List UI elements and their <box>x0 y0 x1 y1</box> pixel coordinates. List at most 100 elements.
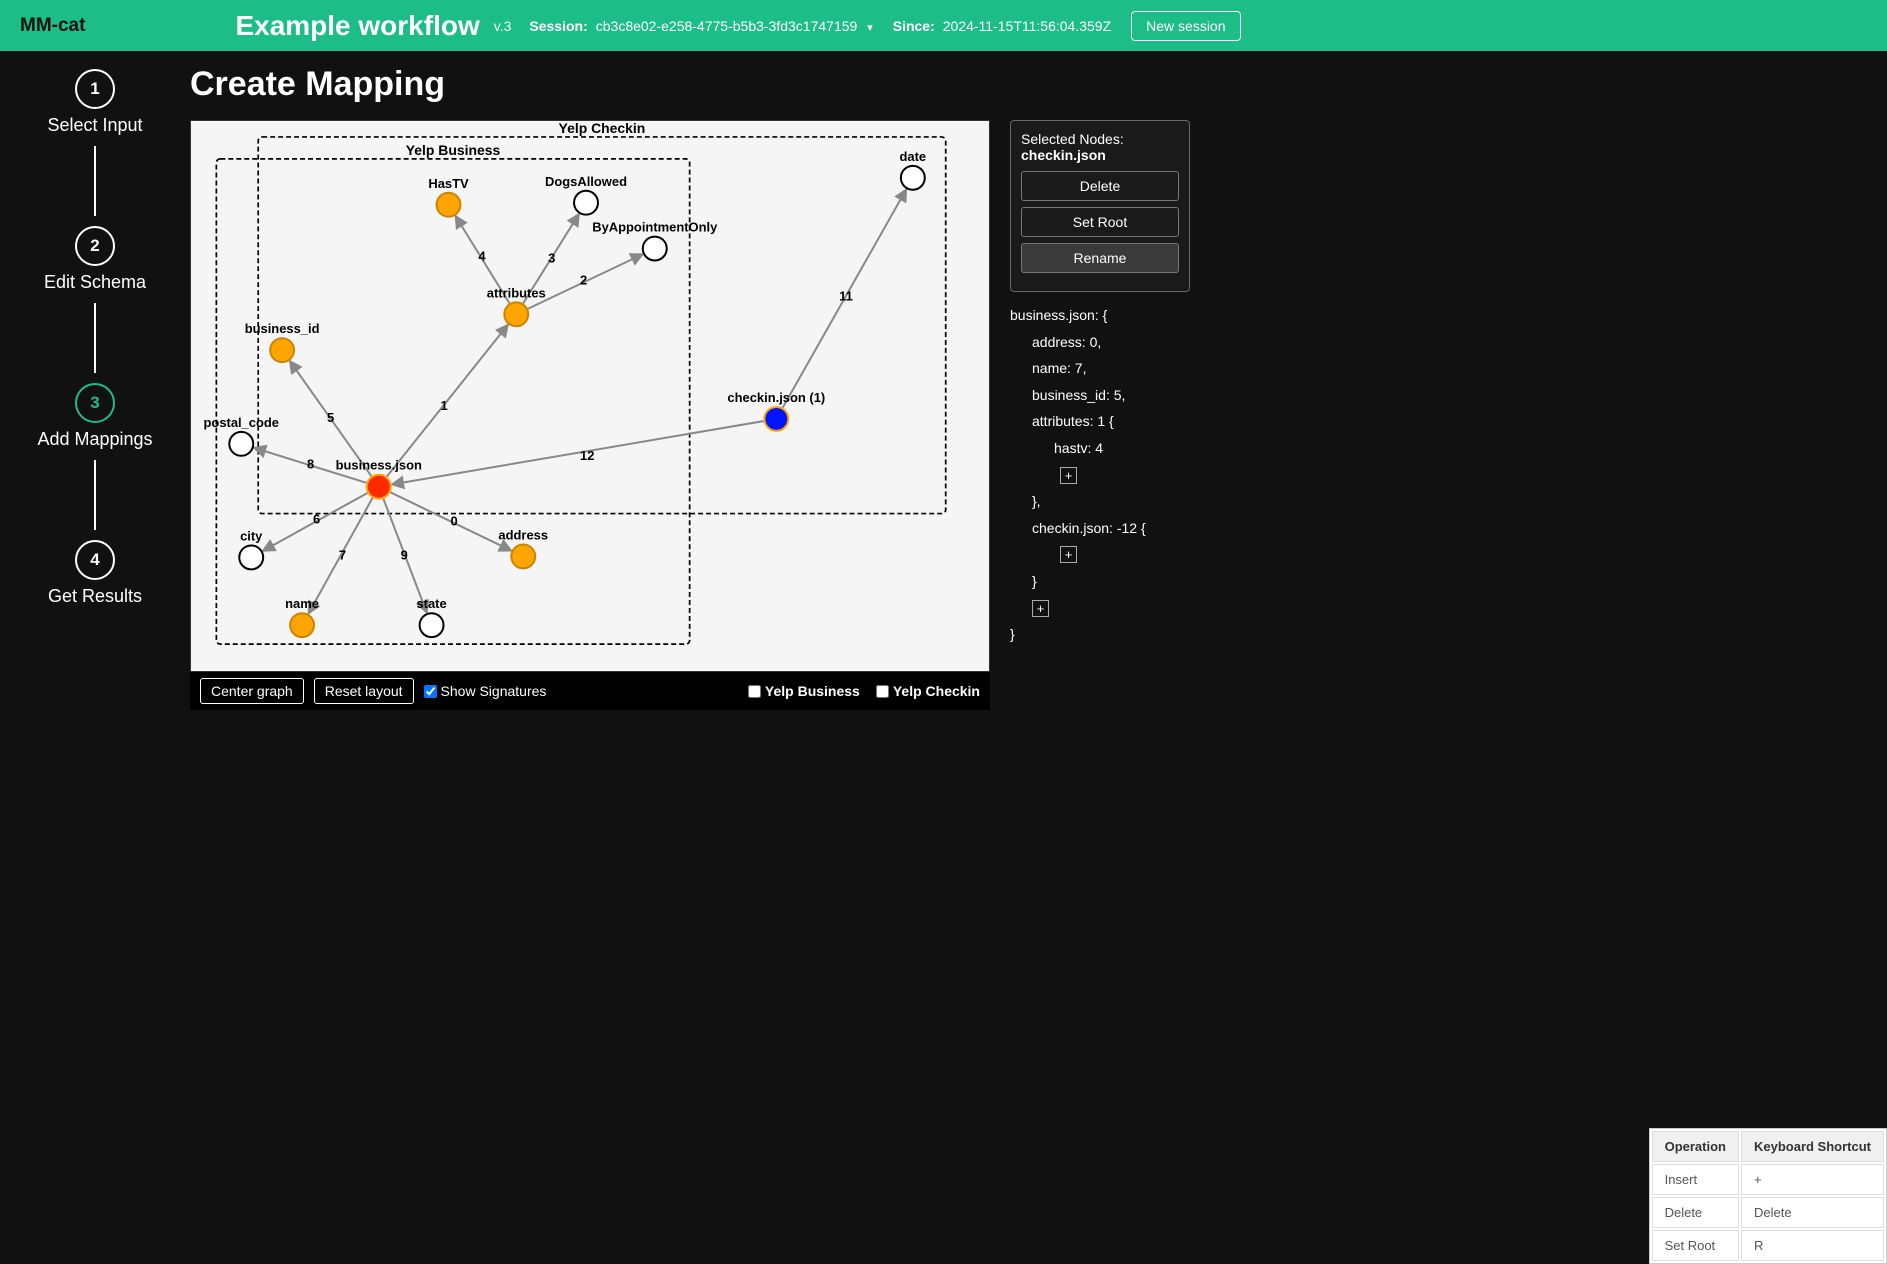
graph-node-date[interactable] <box>901 166 925 190</box>
show-signatures-label: Show Signatures <box>441 683 547 699</box>
graph-node-name[interactable] <box>290 613 314 637</box>
node-label: date <box>900 149 927 164</box>
step-number: 1 <box>75 69 115 109</box>
add-child-button[interactable]: + <box>1060 467 1077 484</box>
edge-signature: 12 <box>580 448 594 463</box>
brand[interactable]: MM-cat <box>20 15 85 37</box>
since-value: 2024-11-15T11:56:04.359Z <box>943 18 1111 34</box>
tree-line: attributes: 1 { <box>1010 408 1190 435</box>
filter-yelp-business-label: Yelp Business <box>765 683 860 699</box>
filter-yelp-business-input[interactable] <box>748 685 761 698</box>
center-graph-button[interactable]: Center graph <box>200 678 304 704</box>
node-label: ByAppointmentOnly <box>592 220 718 235</box>
selected-nodes-header: Selected Nodes: checkin.json <box>1021 131 1179 163</box>
graph-node-hastv[interactable] <box>437 193 461 217</box>
filter-yelp-checkin[interactable]: Yelp Checkin <box>876 683 980 699</box>
tree-line: address: 0, <box>1010 329 1190 356</box>
step-3[interactable]: 3Add Mappings <box>37 383 152 450</box>
graph-node-city[interactable] <box>239 545 263 569</box>
node-label: name <box>285 596 319 611</box>
rename-button[interactable]: Rename <box>1021 243 1179 273</box>
group-label: Yelp Checkin <box>559 121 646 136</box>
tree-line: } <box>1010 621 1190 648</box>
step-connector <box>94 303 96 373</box>
node-label: attributes <box>487 285 546 300</box>
show-signatures-checkbox[interactable]: Show Signatures <box>424 683 547 699</box>
edge-signature: 6 <box>313 512 320 527</box>
step-sidebar: 1Select Input 2 Edit Schema 3Add Mappings 4G… <box>0 51 190 1264</box>
graph-canvas[interactable]: Yelp CheckinYelp Business01234567891112b… <box>190 120 990 672</box>
help-col-shortcut: Keyboard Shortcut <box>1741 1131 1884 1162</box>
selected-nodes-panel: Selected Nodes: checkin.json Delete Set … <box>1010 120 1190 292</box>
step-label: Edit Schema <box>44 272 146 293</box>
step-number: 3 <box>75 383 115 423</box>
show-signatures-input[interactable] <box>424 685 437 698</box>
step-connector <box>94 146 96 216</box>
keyboard-shortcuts-table: Operation Keyboard Shortcut Insert+Delet… <box>1649 1128 1887 1264</box>
edge-signature: 4 <box>478 248 486 263</box>
filter-yelp-checkin-label: Yelp Checkin <box>893 683 980 699</box>
filter-yelp-checkin-input[interactable] <box>876 685 889 698</box>
mapping-tree: business.json: { address: 0, name: 7, bu… <box>1010 302 1190 648</box>
help-col-operation: Operation <box>1652 1131 1739 1162</box>
graph-node-postal[interactable] <box>229 432 253 456</box>
group-label: Yelp Business <box>406 142 501 158</box>
help-row: Insert+ <box>1652 1164 1884 1195</box>
new-session-button[interactable]: New session <box>1131 11 1240 41</box>
graph-node-bizid[interactable] <box>270 338 294 362</box>
help-kb: Delete <box>1741 1197 1884 1228</box>
graph-edge[interactable] <box>392 421 764 484</box>
graph-node-checkin[interactable] <box>764 407 788 431</box>
filter-yelp-business[interactable]: Yelp Business <box>748 683 860 699</box>
selected-nodes-label: Selected Nodes: <box>1021 131 1124 147</box>
graph-node-state[interactable] <box>420 613 444 637</box>
node-label: checkin.json (1) <box>727 390 825 405</box>
help-row: DeleteDelete <box>1652 1197 1884 1228</box>
help-op: Delete <box>1652 1197 1739 1228</box>
tree-line: business.json: { <box>1010 302 1190 329</box>
edge-signature: 3 <box>548 250 555 265</box>
edge-signature: 1 <box>441 398 448 413</box>
chevron-down-icon: ▾ <box>867 22 873 34</box>
node-label: city <box>240 528 263 543</box>
help-row: Set RootR <box>1652 1230 1884 1261</box>
tree-line: checkin.json: -12 { <box>1010 515 1190 542</box>
graph-node-appt[interactable] <box>643 237 667 261</box>
node-label: postal_code <box>204 415 280 430</box>
help-op: Set Root <box>1652 1230 1739 1261</box>
graph-node-attributes[interactable] <box>504 302 528 326</box>
selected-nodes-value: checkin.json <box>1021 147 1106 163</box>
step-4[interactable]: 4Get Results <box>48 540 142 607</box>
step-2[interactable]: 2 Edit Schema <box>44 226 146 293</box>
delete-button[interactable]: Delete <box>1021 171 1179 201</box>
edge-signature: 7 <box>339 547 346 562</box>
side-panel: Selected Nodes: checkin.json Delete Set … <box>1010 120 1190 710</box>
session-id: cb3c8e02-e258-4775-b5b3-3fd3c1747159 <box>596 18 858 34</box>
node-label: HasTV <box>428 176 469 191</box>
tree-line: hastv: 4 <box>1010 435 1190 462</box>
node-label: business_id <box>245 321 320 336</box>
reset-layout-button[interactable]: Reset layout <box>314 678 414 704</box>
add-child-button[interactable]: + <box>1060 546 1077 563</box>
workflow-version: v.3 <box>494 18 512 34</box>
graph-toolbar: Center graph Reset layout Show Signature… <box>190 672 990 710</box>
graph-node-address[interactable] <box>511 544 535 568</box>
node-label: state <box>416 596 446 611</box>
workflow-title: Example workflow <box>235 10 479 42</box>
step-1[interactable]: 1Select Input <box>47 69 142 136</box>
node-label: address <box>498 527 548 542</box>
tree-line: business_id: 5, <box>1010 382 1190 409</box>
help-kb: R <box>1741 1230 1884 1261</box>
tree-line: }, <box>1010 488 1190 515</box>
session-dropdown[interactable]: cb3c8e02-e258-4775-b5b3-3fd3c1747159 ▾ <box>596 18 873 34</box>
node-label: business.json <box>336 458 422 473</box>
set-root-button[interactable]: Set Root <box>1021 207 1179 237</box>
graph-node-business[interactable] <box>367 475 391 499</box>
step-number: 2 <box>75 226 115 266</box>
tree-line: } <box>1010 568 1190 595</box>
graph-node-dogs[interactable] <box>574 191 598 215</box>
help-op: Insert <box>1652 1164 1739 1195</box>
add-child-button[interactable]: + <box>1032 600 1049 617</box>
page-title: Create Mapping <box>190 65 1887 104</box>
node-label: DogsAllowed <box>545 174 627 189</box>
